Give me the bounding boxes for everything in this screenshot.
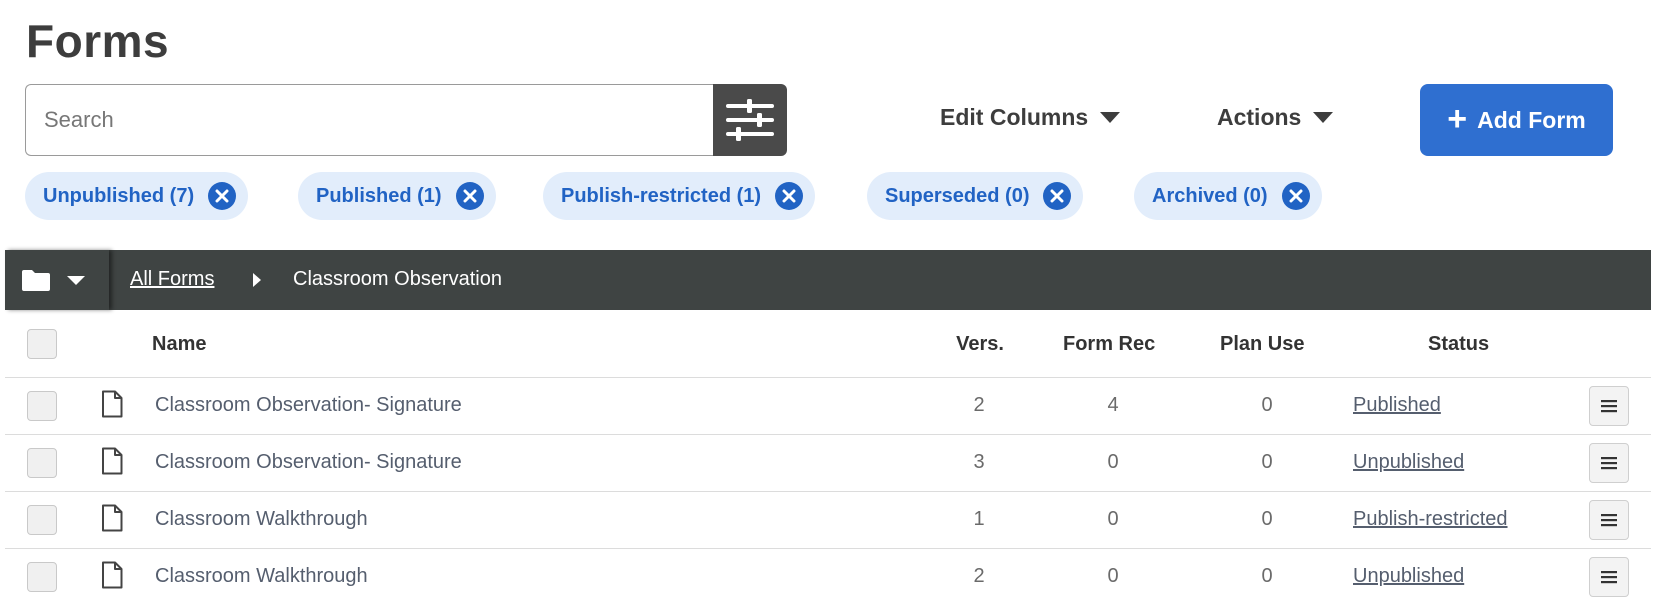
form-name[interactable]: Classroom Walkthrough [155, 508, 368, 531]
table-row: Classroom Walkthrough 2 0 0 Unpublished [5, 549, 1651, 598]
plan-use-cell: 0 [1261, 508, 1273, 530]
filter-chip-published: Published (1) [298, 172, 496, 220]
remove-filter-icon[interactable] [455, 182, 484, 210]
status-link[interactable]: Unpublished [1353, 565, 1464, 588]
row-checkbox[interactable] [27, 562, 57, 592]
caret-down-icon [1100, 112, 1121, 123]
filter-chip-unpublished: Unpublished (7) [25, 172, 249, 220]
filter-chip-publish-restricted: Publish-restricted (1) [543, 172, 816, 220]
edit-columns-label: Edit Columns [940, 104, 1089, 130]
caret-down-icon [67, 275, 85, 285]
filter-chip-label: Published (1) [316, 184, 442, 207]
form-name[interactable]: Classroom Observation- Signature [155, 394, 462, 417]
filter-chip-label: Archived (0) [1152, 184, 1268, 207]
select-all-checkbox[interactable] [27, 329, 57, 359]
row-checkbox[interactable] [27, 391, 57, 421]
breadcrumb: All Forms Classroom Observation [5, 250, 1651, 310]
search-bar [25, 84, 787, 156]
actions-dropdown[interactable]: Actions [1217, 104, 1334, 131]
forms-table: Name Vers. Form Rec Plan Use Status Clas… [5, 310, 1651, 598]
column-header-name[interactable]: Name [152, 333, 206, 356]
add-form-button[interactable]: + Add Form [1420, 84, 1613, 156]
document-icon [102, 561, 123, 589]
folder-menu-button[interactable] [5, 250, 109, 310]
chevron-right-icon [253, 273, 261, 287]
hamburger-menu-icon [1601, 400, 1617, 413]
plan-use-cell: 0 [1261, 394, 1273, 416]
breadcrumb-root-link[interactable]: All Forms [130, 268, 214, 291]
status-link[interactable]: Unpublished [1353, 451, 1464, 474]
form-rec-cell: 4 [1107, 394, 1119, 416]
version-cell: 2 [973, 394, 985, 416]
filter-chip-archived: Archived (0) [1134, 172, 1322, 220]
version-cell: 1 [973, 508, 985, 530]
version-cell: 2 [973, 565, 985, 587]
filter-chip-superseded: Superseded (0) [867, 172, 1084, 220]
table-row: Classroom Observation- Signature 3 0 0 U… [5, 435, 1651, 492]
table-row: Classroom Observation- Signature 2 4 0 P… [5, 378, 1651, 435]
form-rec-cell: 0 [1107, 508, 1119, 530]
document-icon [102, 504, 123, 532]
column-header-status[interactable]: Status [1428, 333, 1489, 356]
row-menu-button[interactable] [1589, 557, 1629, 597]
row-menu-button[interactable] [1589, 443, 1629, 483]
document-icon [102, 447, 123, 475]
remove-filter-icon[interactable] [1043, 182, 1072, 210]
row-checkbox[interactable] [27, 505, 57, 535]
form-name[interactable]: Classroom Walkthrough [155, 565, 368, 588]
filter-settings-button[interactable] [713, 84, 787, 156]
status-link[interactable]: Publish-restricted [1353, 508, 1508, 531]
row-menu-button[interactable] [1589, 500, 1629, 540]
remove-filter-icon[interactable] [208, 182, 237, 210]
plus-icon: + [1447, 99, 1468, 138]
hamburger-menu-icon [1601, 457, 1617, 470]
search-input[interactable] [25, 84, 715, 156]
document-icon [102, 390, 123, 418]
form-rec-cell: 0 [1107, 565, 1119, 587]
remove-filter-icon[interactable] [775, 182, 804, 210]
sliders-icon [726, 99, 774, 141]
version-cell: 3 [973, 451, 985, 473]
page-title: Forms [26, 15, 170, 67]
actions-label: Actions [1217, 104, 1302, 130]
plan-use-cell: 0 [1261, 565, 1273, 587]
edit-columns-dropdown[interactable]: Edit Columns [940, 104, 1121, 131]
row-checkbox[interactable] [27, 448, 57, 478]
remove-filter-icon[interactable] [1281, 182, 1310, 210]
hamburger-menu-icon [1601, 514, 1617, 527]
hamburger-menu-icon [1601, 571, 1617, 584]
folder-icon [22, 270, 50, 291]
breadcrumb-current: Classroom Observation [293, 268, 502, 290]
plan-use-cell: 0 [1261, 451, 1273, 473]
column-header-plan-use[interactable]: Plan Use [1220, 333, 1304, 356]
column-header-version[interactable]: Vers. [940, 333, 1020, 356]
filter-chip-label: Unpublished (7) [43, 184, 195, 207]
form-name[interactable]: Classroom Observation- Signature [155, 451, 462, 474]
table-header: Name Vers. Form Rec Plan Use Status [5, 310, 1651, 378]
form-rec-cell: 0 [1107, 451, 1119, 473]
filter-chip-label: Publish-restricted (1) [561, 184, 762, 207]
table-row: Classroom Walkthrough 1 0 0 Publish-rest… [5, 492, 1651, 549]
status-link[interactable]: Published [1353, 394, 1441, 417]
caret-down-icon [1313, 112, 1334, 123]
filter-chip-label: Superseded (0) [885, 184, 1030, 207]
row-menu-button[interactable] [1589, 386, 1629, 426]
add-form-label: Add Form [1477, 106, 1586, 133]
column-header-form-rec[interactable]: Form Rec [1063, 333, 1155, 356]
